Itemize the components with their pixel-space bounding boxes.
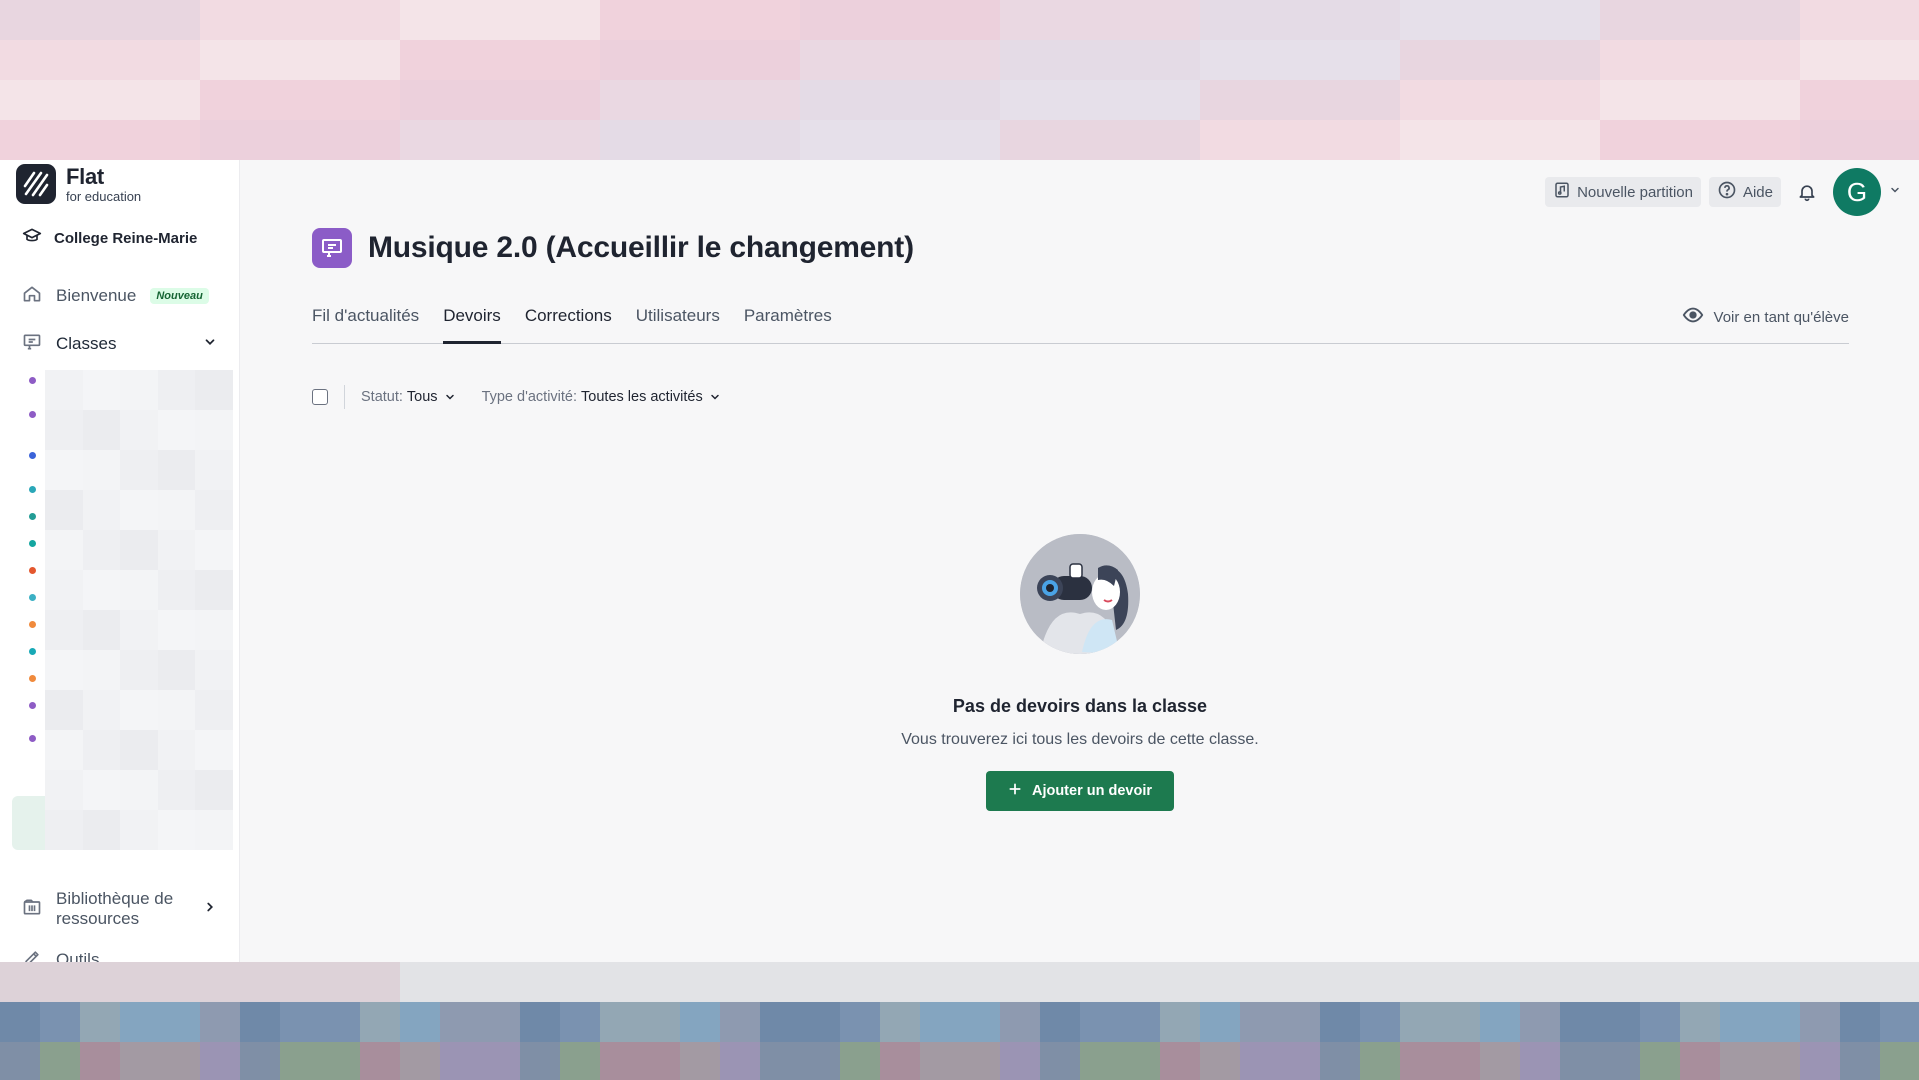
new-score-label: Nouvelle partition (1577, 183, 1693, 201)
class-color-dot[interactable] (29, 452, 36, 459)
plus-icon (1008, 782, 1022, 800)
classes-icon (22, 332, 42, 357)
add-assignment-button[interactable]: Ajouter un devoir (985, 771, 1175, 811)
brand[interactable]: Flat for education (0, 162, 239, 206)
home-icon (22, 284, 42, 309)
view-as-student-label: Voir en tant qu'élève (1713, 308, 1849, 326)
sidebar-item-bibliotheque[interactable]: Bibliothèque de ressources (0, 878, 239, 940)
new-badge: Nouveau (150, 288, 209, 304)
class-color-dot[interactable] (29, 377, 36, 384)
tab-fil-actualites[interactable]: Fil d'actualités (312, 289, 419, 343)
class-color-dot[interactable] (29, 648, 36, 655)
class-color-dot[interactable] (29, 621, 36, 628)
library-icon (22, 897, 42, 922)
chevron-down-icon[interactable] (1889, 183, 1901, 201)
add-assignment-label: Ajouter un devoir (1031, 783, 1153, 799)
help-button[interactable]: Aide (1708, 177, 1781, 207)
help-circle-icon (1717, 180, 1737, 204)
tab-utilisateurs[interactable]: Utilisateurs (636, 289, 720, 343)
sidebar-item-outils[interactable]: Outils (0, 940, 239, 962)
blurred-top-band (0, 0, 1919, 160)
chevron-down-icon[interactable] (203, 334, 217, 354)
tools-icon (22, 948, 42, 962)
status-filter[interactable]: Statut: Tous (361, 389, 456, 405)
empty-state-title: Pas de devoirs dans la classe (952, 696, 1208, 716)
activity-type-label: Type d'activité: (481, 389, 578, 405)
tab-devoirs[interactable]: Devoirs (443, 289, 501, 344)
class-color-dot[interactable] (29, 411, 36, 418)
top-actions: Nouvelle partition Aide G (1545, 168, 1901, 216)
sidebar: Flat for education College Reine-Marie B… (0, 160, 240, 962)
brand-name: Flat (66, 163, 104, 189)
sidebar-item-label: Classes (56, 334, 117, 353)
chevron-down-icon (710, 394, 719, 400)
class-color-dot[interactable] (29, 540, 36, 547)
new-score-button[interactable]: Nouvelle partition (1545, 177, 1701, 207)
class-color-dot[interactable] (29, 735, 36, 742)
sidebar-item-bienvenue[interactable]: Bienvenue Nouveau (0, 272, 239, 320)
class-header: Musique 2.0 (Accueillir le changement) (312, 228, 914, 268)
activity-type-value: Toutes les activités (581, 389, 703, 405)
score-icon (1553, 181, 1571, 203)
class-icon (312, 228, 352, 268)
class-color-dot[interactable] (29, 486, 36, 493)
chevron-right-icon[interactable] (203, 899, 217, 919)
avatar[interactable]: G (1833, 168, 1881, 216)
sidebar-item-classes[interactable]: Classes (0, 320, 239, 368)
tab-parametres[interactable]: Paramètres (744, 289, 832, 343)
sidebar-item-label: Bienvenue (56, 286, 137, 305)
empty-state-subtitle: Vous trouverez ici tous les devoirs de c… (901, 731, 1259, 748)
select-all-checkbox[interactable] (312, 389, 328, 405)
binoculars-illustration (1020, 534, 1140, 654)
filters-bar: Statut: Tous Type d'activité: Toutes les… (312, 382, 747, 412)
divider (344, 385, 345, 409)
class-color-dot[interactable] (29, 675, 36, 682)
sidebar-item-label: Outils (56, 950, 100, 962)
class-tabs: Fil d'actualités Devoirs Corrections Uti… (312, 290, 1849, 344)
class-color-dot[interactable] (29, 513, 36, 520)
main-content: Nouvelle partition Aide G Musique 2.0 (A… (241, 160, 1919, 962)
empty-state: Pas de devoirs dans la classe Vous trouv… (241, 534, 1919, 811)
help-label: Aide (1742, 183, 1773, 201)
class-color-dot[interactable] (29, 594, 36, 601)
sidebar-item-label: Bibliothèque de ressources (56, 889, 174, 928)
class-color-dot[interactable] (29, 567, 36, 574)
flat-logo-icon (16, 164, 56, 204)
organization-switcher[interactable]: College Reine-Marie (0, 224, 239, 252)
blurred-class-names (45, 370, 233, 858)
class-color-dot[interactable] (29, 702, 36, 709)
blurred-bottom-band (0, 962, 1919, 1080)
class-list (0, 370, 239, 878)
page-title: Musique 2.0 (Accueillir le changement) (368, 231, 914, 264)
graduation-cap-icon (22, 226, 42, 251)
organization-name: College Reine-Marie (54, 229, 198, 247)
eye-icon (1682, 304, 1704, 330)
activity-type-filter[interactable]: Type d'activité: Toutes les activités (482, 389, 721, 405)
view-as-student-button[interactable]: Voir en tant qu'élève (1682, 290, 1849, 344)
status-filter-value: Tous (406, 389, 438, 405)
chevron-down-icon (445, 394, 454, 400)
status-filter-label: Statut: (361, 389, 403, 405)
brand-subtitle: for education (66, 188, 142, 204)
tab-corrections[interactable]: Corrections (525, 289, 612, 343)
notifications-bell-icon[interactable] (1789, 174, 1825, 210)
